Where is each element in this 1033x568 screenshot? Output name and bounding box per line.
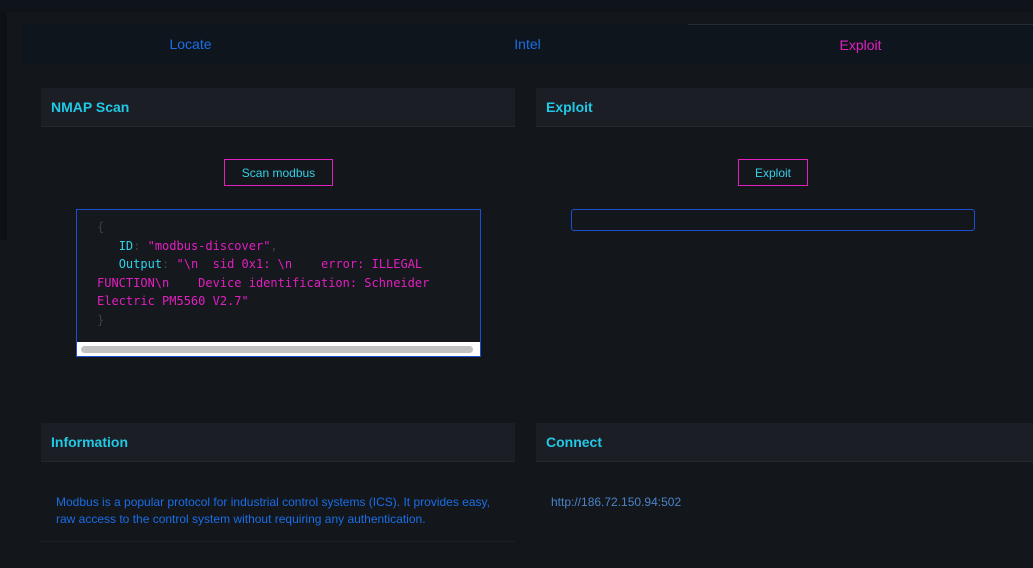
connect-title: Connect: [546, 434, 602, 450]
scrollbar-thumb[interactable]: [81, 346, 473, 353]
left-edge: [0, 12, 7, 240]
information-divider: [41, 541, 515, 542]
json-output-key: Output: [118, 257, 163, 271]
tab-exploit[interactable]: Exploit: [688, 24, 1033, 64]
information-header: Information: [41, 423, 515, 462]
json-id-value: "modbus-discover": [147, 238, 271, 253]
exploit-input[interactable]: [571, 209, 975, 231]
connect-header: Connect: [536, 423, 1033, 462]
nmap-scan-header: NMAP Scan: [41, 88, 515, 127]
json-close-brace: }: [97, 312, 105, 327]
top-strip: [0, 0, 1033, 12]
exploit-title: Exploit: [546, 99, 593, 115]
json-id-key: ID: [118, 238, 134, 253]
scan-output-json: { ID: "modbus-discover", Output: "\n sid…: [97, 220, 437, 327]
tab-bar: Locate Intel Exploit: [22, 24, 1033, 64]
connect-url-link[interactable]: http://186.72.150.94:502: [551, 495, 681, 509]
exploit-header: Exploit: [536, 88, 1033, 127]
tab-intel[interactable]: Intel: [359, 24, 696, 64]
scan-modbus-button[interactable]: Scan modbus: [224, 159, 333, 186]
information-text: Modbus is a popular protocol for industr…: [56, 495, 490, 526]
json-open-brace: {: [97, 220, 105, 234]
horizontal-scrollbar[interactable]: [77, 342, 480, 356]
tab-locate[interactable]: Locate: [22, 24, 359, 64]
information-title: Information: [51, 434, 128, 450]
exploit-button[interactable]: Exploit: [738, 159, 808, 186]
nmap-scan-title: NMAP Scan: [51, 99, 130, 115]
scan-output-box[interactable]: { ID: "modbus-discover", Output: "\n sid…: [76, 209, 481, 357]
